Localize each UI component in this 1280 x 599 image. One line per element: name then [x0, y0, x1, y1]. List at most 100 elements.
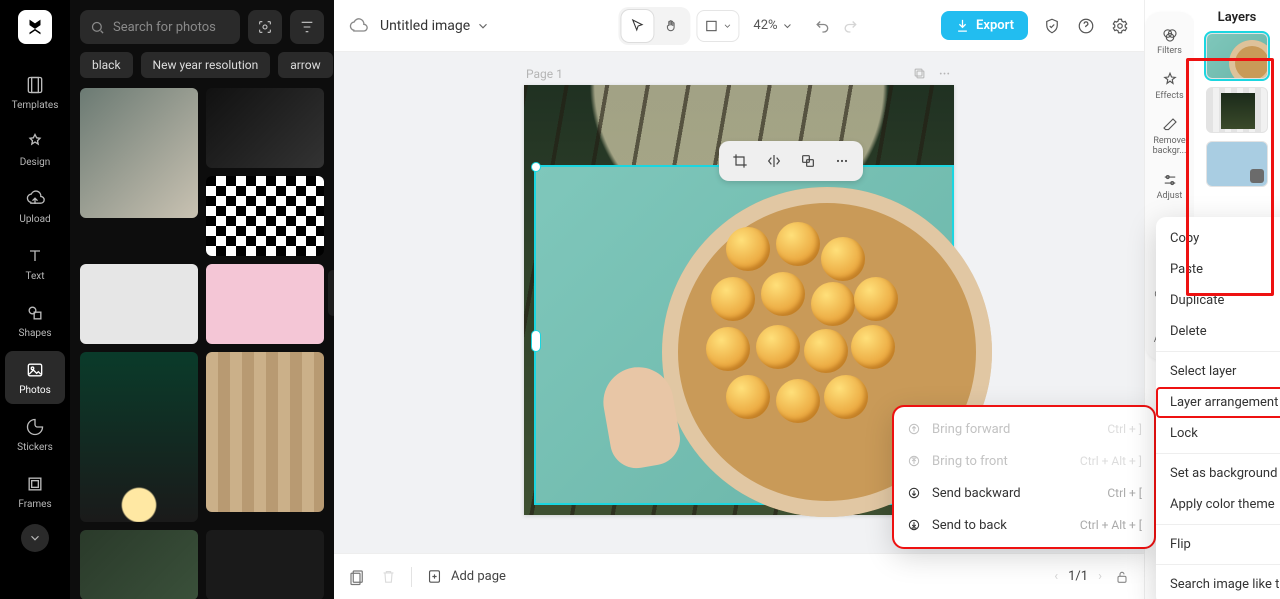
hand-tool[interactable] [655, 10, 687, 42]
add-page-button[interactable]: Add page [426, 568, 506, 585]
search-input[interactable]: Search for photos [80, 10, 240, 44]
cloud-sync-icon[interactable] [348, 16, 368, 36]
export-button[interactable]: Export [941, 11, 1028, 40]
rail-label: Photos [19, 385, 51, 396]
ctx-copy[interactable]: CopyCtrl + C [1156, 223, 1280, 254]
layers-title: Layers [1218, 10, 1257, 25]
lock-badge-icon [1250, 169, 1264, 183]
crop-button[interactable] [725, 146, 755, 176]
zoom-control[interactable]: 42% [753, 18, 793, 33]
delete-page-button[interactable] [380, 568, 397, 585]
shield-icon[interactable] [1042, 16, 1062, 36]
rail-text[interactable]: Text [5, 237, 65, 290]
photo-thumb[interactable] [206, 264, 324, 344]
eraser-icon [1161, 116, 1179, 134]
rail-stickers[interactable]: Stickers [5, 408, 65, 461]
flip-button[interactable] [759, 146, 789, 176]
redo-button[interactable] [842, 17, 860, 35]
add-page-icon [426, 568, 443, 585]
prev-page-button[interactable]: ‹ [1054, 569, 1058, 584]
photo-thumb[interactable] [80, 88, 198, 218]
photo-thumb[interactable] [206, 352, 324, 512]
photo-thumb[interactable] [80, 352, 198, 522]
zoom-value: 42% [753, 18, 777, 33]
upload-icon [24, 188, 46, 210]
app-logo[interactable] [18, 10, 52, 44]
layer-thumb-2[interactable] [1206, 87, 1268, 133]
rail-label: Frames [18, 499, 51, 510]
ctx-duplicate[interactable]: DuplicateCtrl+D [1156, 285, 1280, 316]
photo-thumb[interactable] [80, 264, 198, 344]
undo-icon [814, 17, 832, 35]
scan-button[interactable] [248, 10, 282, 44]
ctx-set-bg[interactable]: Set as background [1156, 458, 1280, 489]
more-icon [834, 153, 850, 169]
scan-icon [257, 19, 273, 35]
photo-thumb[interactable] [206, 530, 324, 599]
send-to-back-icon [906, 517, 922, 533]
layer-thumb-1[interactable] [1206, 33, 1268, 79]
chip-arrow[interactable]: arrow [278, 52, 332, 78]
rr-remove-bg[interactable]: Remove backgr... [1148, 110, 1192, 163]
sub-bring-front: Bring to front Ctrl + Alt + ] [894, 445, 1154, 477]
resize-handle[interactable] [531, 162, 541, 172]
ctx-paste[interactable]: PasteCtrl + V [1156, 254, 1280, 285]
detach-button[interactable] [793, 146, 823, 176]
cursor-tool[interactable] [621, 10, 653, 42]
sub-send-to-back[interactable]: Send to back Ctrl + Alt + [ [894, 509, 1154, 541]
ctx-lock[interactable]: Lock [1156, 418, 1280, 449]
rail-label: Shapes [19, 328, 52, 339]
rail-frames[interactable]: Frames [5, 465, 65, 518]
ctx-search-like[interactable]: Search image like this [1156, 569, 1280, 599]
rr-adjust[interactable]: Adjust [1148, 165, 1192, 208]
cursor-icon [629, 18, 645, 34]
sub-bring-forward: Bring forward Ctrl + ] [894, 413, 1154, 445]
help-icon[interactable] [1076, 16, 1096, 36]
rail-shapes[interactable]: Shapes [5, 294, 65, 347]
chip-black[interactable]: black [80, 52, 133, 78]
ctx-flip[interactable]: Flip› [1156, 529, 1280, 560]
photo-thumb[interactable] [206, 88, 324, 168]
document-title[interactable]: Untitled image [380, 18, 490, 34]
rail-label: Text [25, 271, 44, 282]
page-label: Page 1 [526, 67, 563, 81]
page-more-icon[interactable] [937, 66, 952, 81]
ctx-layer-arrangement[interactable]: Layer arrangement› [1156, 387, 1280, 418]
chips-row: black New year resolution arrow [70, 52, 334, 88]
hand-icon [663, 18, 679, 34]
photo-thumb[interactable] [80, 530, 198, 599]
settings-icon[interactable] [1110, 16, 1130, 36]
pages-overview-button[interactable] [348, 568, 366, 586]
filters-icon [1161, 26, 1179, 44]
sub-send-backward[interactable]: Send backward Ctrl + [ [894, 477, 1154, 509]
rail-templates[interactable]: Templates [5, 66, 65, 119]
rail-photos[interactable]: Photos [5, 351, 65, 404]
ctx-color-theme[interactable]: Apply color theme [1156, 489, 1280, 520]
canvas-area[interactable]: Page 1 [334, 52, 1144, 553]
ctx-select-layer[interactable]: Select layer› [1156, 356, 1280, 387]
resize-dropdown[interactable] [696, 10, 739, 42]
rail-more-button[interactable] [21, 524, 49, 552]
next-page-button[interactable]: › [1098, 569, 1102, 584]
duplicate-page-icon[interactable] [912, 66, 927, 81]
redo-icon [842, 17, 860, 35]
rail-design[interactable]: Design [5, 123, 65, 176]
search-icon [90, 20, 105, 35]
ctx-delete[interactable]: Delete [1156, 316, 1280, 347]
more-button[interactable] [827, 146, 857, 176]
filter-button[interactable] [290, 10, 324, 44]
chevron-down-icon [476, 19, 490, 33]
undo-button[interactable] [814, 17, 832, 35]
lock-icon[interactable] [1114, 569, 1130, 585]
resize-handle[interactable] [531, 330, 541, 352]
layer-food-selected[interactable] [534, 165, 954, 505]
photo-thumb[interactable] [206, 176, 324, 256]
canvas-page[interactable] [524, 85, 954, 515]
rr-effects[interactable]: Effects [1148, 65, 1192, 108]
rail-upload[interactable]: Upload [5, 180, 65, 233]
layer-thumb-bg[interactable] [1206, 141, 1268, 187]
rr-filters[interactable]: Filters [1148, 20, 1192, 63]
trash-icon [380, 568, 397, 585]
chip-nyr[interactable]: New year resolution [141, 52, 271, 78]
send-backward-icon [906, 485, 922, 501]
